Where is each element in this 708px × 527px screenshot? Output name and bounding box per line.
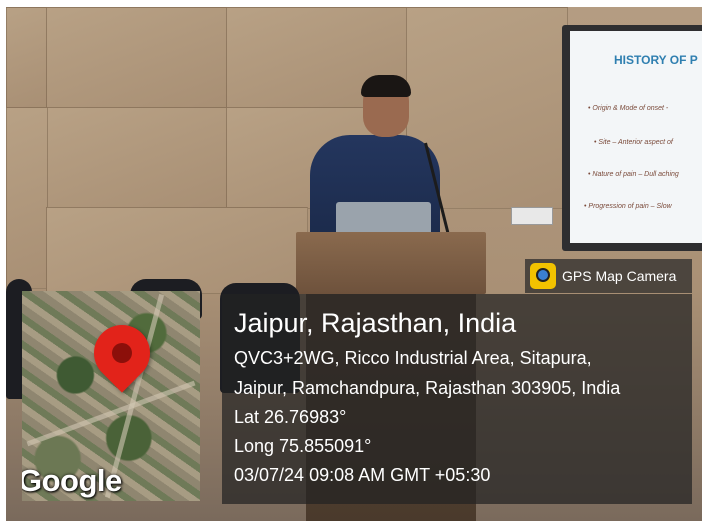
latitude: Lat 26.76983° — [234, 407, 347, 427]
wall-socket — [511, 207, 553, 225]
podium-top — [296, 232, 486, 294]
speaker-hair — [361, 75, 411, 97]
gps-camera-app-icon — [530, 263, 556, 289]
wall-panel — [46, 7, 228, 109]
location-title: Jaipur, Rajasthan, India — [234, 308, 517, 338]
gps-map-camera-badge: GPS Map Camera — [525, 259, 692, 293]
wall-panel — [6, 107, 48, 289]
slide: HISTORY OF P • Origin & Mode of onset - … — [570, 31, 702, 243]
google-watermark: Google — [22, 463, 122, 498]
map-thumbnail: Google — [22, 291, 200, 501]
location-pin-dot — [107, 338, 137, 368]
slide-title: HISTORY OF P — [614, 53, 698, 67]
slide-line: • Progression of pain – Slow — [584, 203, 672, 210]
laptop — [336, 202, 431, 232]
address-line: QVC3+2WG, Ricco Industrial Area, Sitapur… — [234, 348, 592, 368]
slide-line: • Site – Anterior aspect of — [594, 139, 673, 146]
wall-panel — [6, 7, 48, 109]
slide-line: • Nature of pain – Dull aching — [588, 171, 679, 178]
address-line: Jaipur, Ramchandpura, Rajasthan 303905, … — [234, 378, 621, 398]
slide-line: • Origin & Mode of onset - — [588, 105, 669, 112]
projector-screen: HISTORY OF P • Origin & Mode of onset - … — [562, 25, 702, 251]
location-info-box: Jaipur, Rajasthan, India QVC3+2WG, Ricco… — [222, 294, 692, 504]
timestamp: 03/07/24 09:08 AM GMT +05:30 — [234, 465, 491, 485]
map-road — [26, 380, 196, 447]
wall-panel — [46, 107, 228, 209]
gps-badge-label: GPS Map Camera — [562, 268, 677, 284]
longitude: Long 75.855091° — [234, 436, 372, 456]
